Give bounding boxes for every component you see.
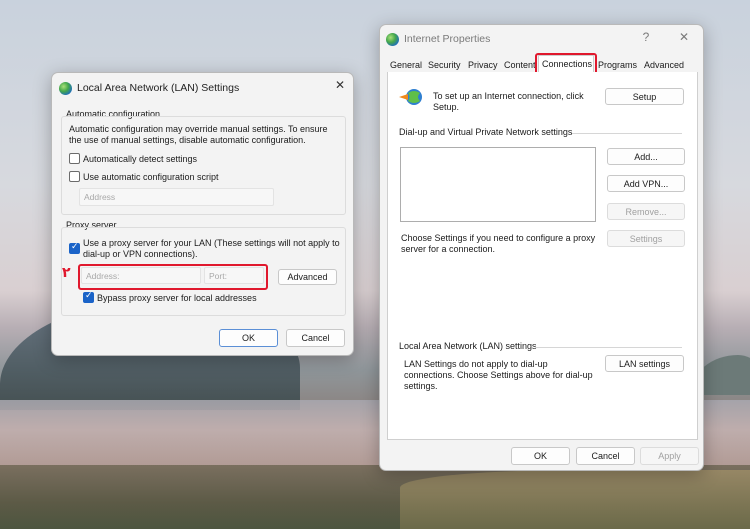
use-proxy-checkbox[interactable] xyxy=(69,242,80,254)
setup-description: To set up an Internet connection, click … xyxy=(433,91,584,112)
tab-general[interactable]: General xyxy=(390,60,422,70)
lan-ok-button[interactable]: OK xyxy=(219,329,278,347)
lan-settings-button[interactable]: LAN settings xyxy=(605,355,684,372)
setup-button[interactable]: Setup xyxy=(605,88,684,105)
annotation-two: ۲ xyxy=(62,265,71,281)
bypass-proxy-checkbox[interactable] xyxy=(83,291,94,303)
settings-description: Choose Settings if you need to configure… xyxy=(401,233,596,254)
lan-titlebar[interactable]: Local Area Network (LAN) Settings xyxy=(59,75,353,101)
globe-icon xyxy=(59,81,72,95)
lan-description: LAN Settings do not apply to dial-up con… xyxy=(404,359,593,391)
inet-cancel-button[interactable]: Cancel xyxy=(576,447,635,465)
inet-dialog-title: Internet Properties xyxy=(404,33,491,45)
proxy-advanced-button[interactable]: Advanced xyxy=(278,269,337,285)
dialup-heading-line xyxy=(572,133,682,134)
remove-connection-button[interactable]: Remove... xyxy=(607,203,685,220)
inet-help-button[interactable]: ? xyxy=(638,30,654,44)
lan-heading: Local Area Network (LAN) settings xyxy=(399,341,540,352)
auto-script-label[interactable]: Use automatic configuration script xyxy=(83,172,219,183)
dialup-connections-list[interactable] xyxy=(400,147,596,222)
internet-properties-dialog: Internet Properties ? ✕ General Security… xyxy=(379,24,704,471)
inet-ok-button[interactable]: OK xyxy=(511,447,570,465)
lan-close-button[interactable]: ✕ xyxy=(332,78,348,92)
tab-security[interactable]: Security xyxy=(428,60,461,70)
globe-icon xyxy=(386,32,399,46)
internet-wizard-icon xyxy=(399,89,422,105)
tab-advanced[interactable]: Advanced xyxy=(644,60,684,70)
auto-script-checkbox[interactable] xyxy=(69,171,80,182)
tab-privacy[interactable]: Privacy xyxy=(468,60,498,70)
inet-apply-button[interactable]: Apply xyxy=(640,447,699,465)
dialup-settings-button[interactable]: Settings xyxy=(607,230,685,247)
dialup-heading: Dial-up and Virtual Private Network sett… xyxy=(399,127,576,138)
auto-config-description: Automatic configuration may override man… xyxy=(69,124,328,145)
proxy-highlight-box xyxy=(78,264,268,290)
use-proxy-label[interactable]: Use a proxy server for your LAN (These s… xyxy=(83,238,341,260)
wallpaper-grass xyxy=(400,470,750,529)
tab-content[interactable]: Content xyxy=(504,60,536,70)
lan-dialog-title: Local Area Network (LAN) Settings xyxy=(77,82,240,94)
tab-programs[interactable]: Programs xyxy=(598,60,637,70)
add-vpn-button[interactable]: Add VPN... xyxy=(607,175,685,192)
auto-script-address-field[interactable]: Address xyxy=(79,188,274,206)
bypass-proxy-label[interactable]: Bypass proxy server for local addresses xyxy=(97,293,257,304)
lan-heading-line xyxy=(535,347,682,348)
inet-titlebar[interactable]: Internet Properties xyxy=(386,26,703,52)
lan-cancel-button[interactable]: Cancel xyxy=(286,329,345,347)
auto-detect-label[interactable]: Automatically detect settings xyxy=(83,154,197,165)
inet-close-button[interactable]: ✕ xyxy=(676,30,692,44)
add-connection-button[interactable]: Add... xyxy=(607,148,685,165)
auto-detect-checkbox[interactable] xyxy=(69,153,80,164)
lan-settings-dialog: Local Area Network (LAN) Settings ✕ Auto… xyxy=(51,72,354,356)
